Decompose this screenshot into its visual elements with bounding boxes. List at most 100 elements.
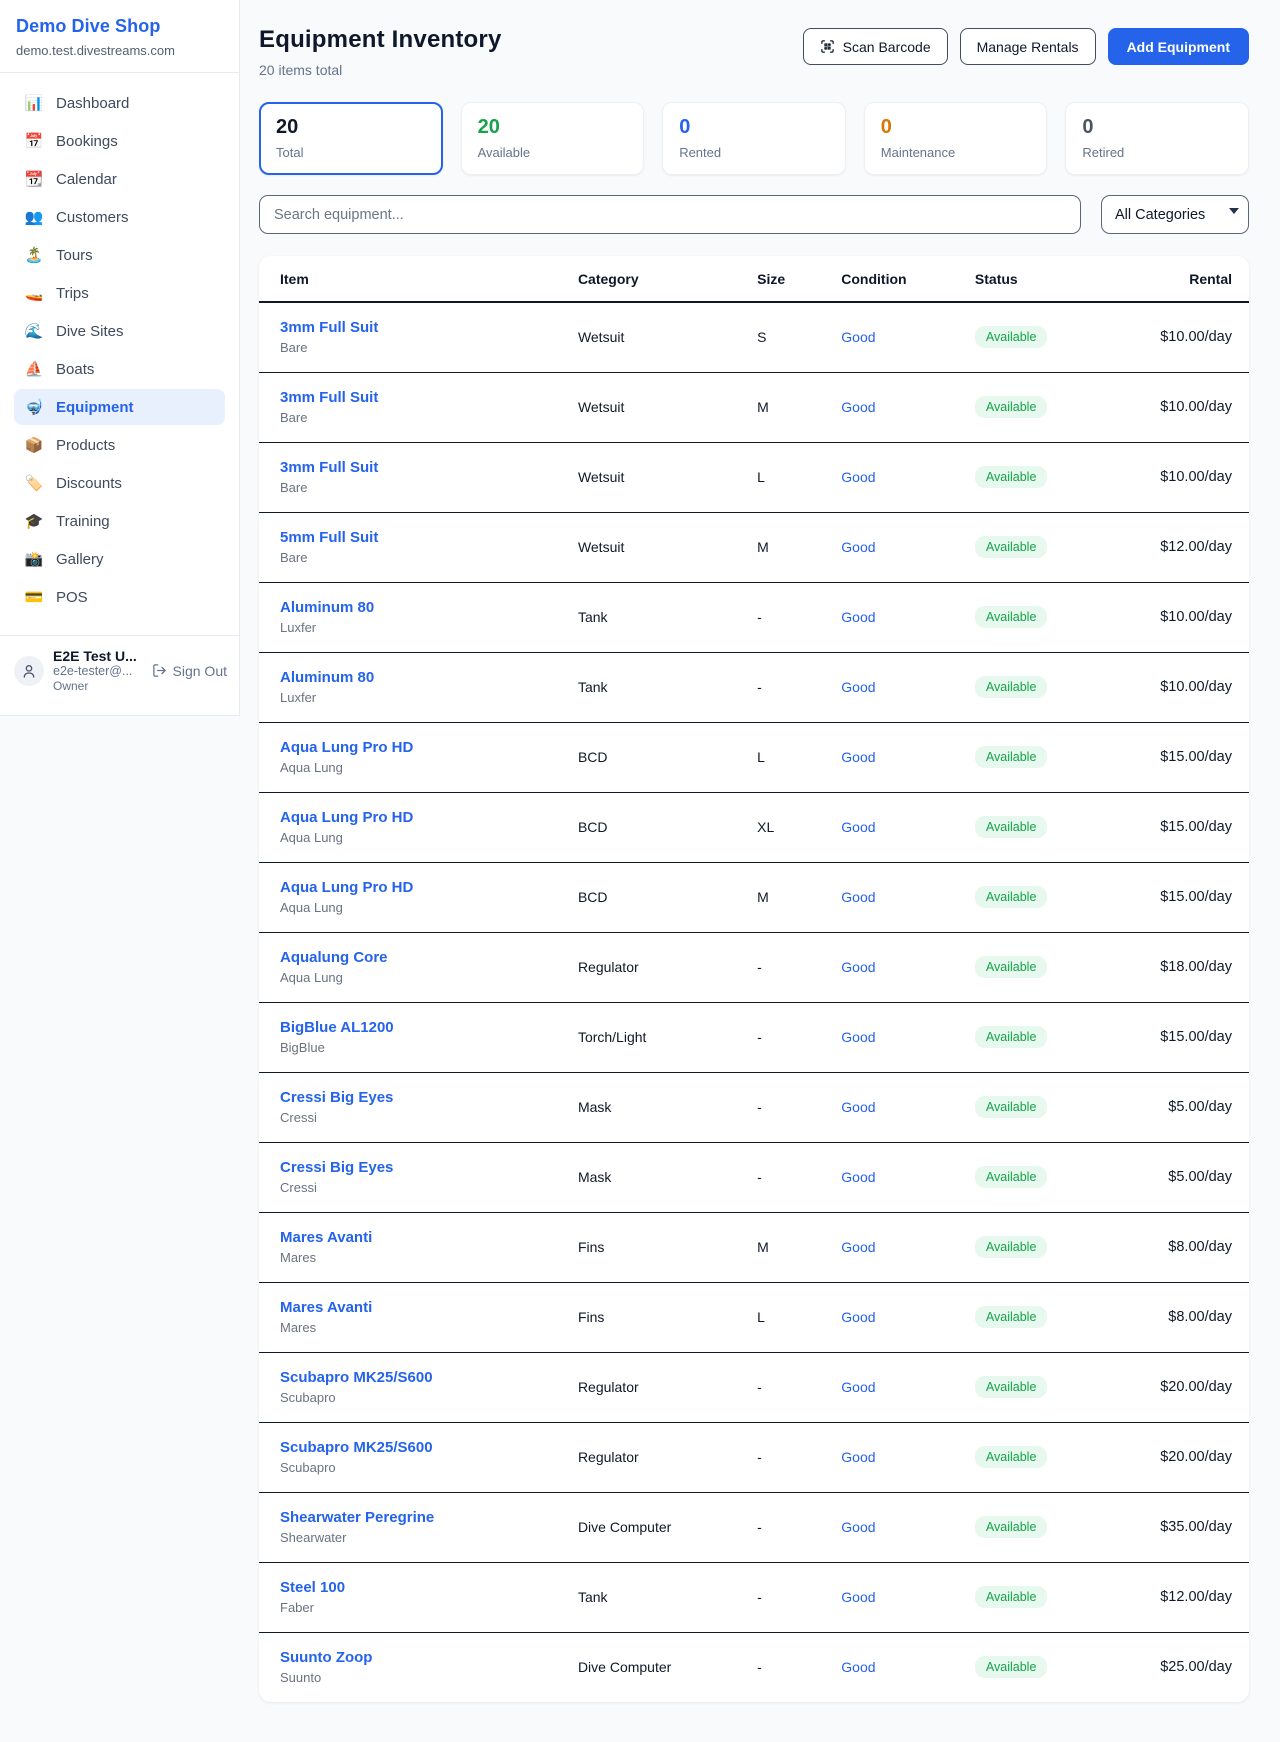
condition-link[interactable]: Good xyxy=(841,1309,875,1325)
table-row: Cressi Big Eyes Cressi Mask - Good Avail… xyxy=(259,1072,1249,1142)
search-input[interactable] xyxy=(259,195,1081,234)
condition-link[interactable]: Good xyxy=(841,1659,875,1675)
table-row: Aqualung Core Aqua Lung Regulator - Good… xyxy=(259,932,1249,1002)
add-equipment-button[interactable]: Add Equipment xyxy=(1108,28,1249,65)
item-category: Regulator xyxy=(562,1352,741,1422)
item-name-link[interactable]: Mares Avanti xyxy=(280,1229,546,1246)
condition-link[interactable]: Good xyxy=(841,749,875,765)
item-name-link[interactable]: 3mm Full Suit xyxy=(280,319,546,336)
item-name-link[interactable]: 5mm Full Suit xyxy=(280,529,546,546)
item-name-link[interactable]: Aluminum 80 xyxy=(280,669,546,686)
condition-link[interactable]: Good xyxy=(841,539,875,555)
item-category: Tank xyxy=(562,1562,741,1632)
page-title: Equipment Inventory xyxy=(259,26,502,54)
item-rental: $12.00/day xyxy=(1099,1562,1249,1632)
stat-card-available[interactable]: 20 Available xyxy=(461,102,645,175)
condition-link[interactable]: Good xyxy=(841,469,875,485)
item-size: - xyxy=(741,1492,825,1562)
condition-link[interactable]: Good xyxy=(841,1379,875,1395)
condition-link[interactable]: Good xyxy=(841,1239,875,1255)
item-size: XL xyxy=(741,792,825,862)
sidebar-item-label: Bookings xyxy=(56,133,118,150)
condition-link[interactable]: Good xyxy=(841,819,875,835)
item-name-link[interactable]: Aqua Lung Pro HD xyxy=(280,809,546,826)
item-size: - xyxy=(741,1352,825,1422)
item-name-link[interactable]: Cressi Big Eyes xyxy=(280,1159,546,1176)
item-name-link[interactable]: 3mm Full Suit xyxy=(280,389,546,406)
item-brand: Bare xyxy=(280,410,546,425)
brand-name[interactable]: Demo Dive Shop xyxy=(16,16,223,37)
sidebar-item-dive-sites[interactable]: 🌊 Dive Sites xyxy=(14,313,225,349)
brand-subdomain: demo.test.divestreams.com xyxy=(16,43,223,58)
sidebar-item-trips[interactable]: 🚤 Trips xyxy=(14,275,225,311)
table-row: 3mm Full Suit Bare Wetsuit M Good Availa… xyxy=(259,372,1249,442)
stat-card-total[interactable]: 20 Total xyxy=(259,102,443,175)
stat-card-rented[interactable]: 0 Rented xyxy=(662,102,846,175)
sidebar-item-calendar[interactable]: 📆 Calendar xyxy=(14,161,225,197)
condition-link[interactable]: Good xyxy=(841,1449,875,1465)
sidebar-item-gallery[interactable]: 📸 Gallery xyxy=(14,541,225,577)
condition-link[interactable]: Good xyxy=(841,1099,875,1115)
condition-link[interactable]: Good xyxy=(841,959,875,975)
sidebar-item-bookings[interactable]: 📅 Bookings xyxy=(14,123,225,159)
condition-link[interactable]: Good xyxy=(841,399,875,415)
stat-card-retired[interactable]: 0 Retired xyxy=(1065,102,1249,175)
sidebar-item-discounts[interactable]: 🏷️ Discounts xyxy=(14,465,225,501)
condition-link[interactable]: Good xyxy=(841,1519,875,1535)
item-size: M xyxy=(741,1212,825,1282)
sidebar-item-boats[interactable]: ⛵ Boats xyxy=(14,351,225,387)
equipment-icon: 🤿 xyxy=(24,398,44,416)
sidebar-item-dashboard[interactable]: 📊 Dashboard xyxy=(14,85,225,121)
sidebar-item-pos[interactable]: 💳 POS xyxy=(14,579,225,615)
user-icon xyxy=(21,663,37,679)
scan-barcode-button[interactable]: Scan Barcode xyxy=(803,28,948,65)
sidebar-item-products[interactable]: 📦 Products xyxy=(14,427,225,463)
category-select[interactable]: All Categories xyxy=(1101,195,1249,234)
item-name-link[interactable]: BigBlue AL1200 xyxy=(280,1019,546,1036)
stats-row: 20 Total 20 Available 0 Rented 0 Mainten… xyxy=(259,102,1249,175)
item-brand: Bare xyxy=(280,340,546,355)
table-row: Aqua Lung Pro HD Aqua Lung BCD XL Good A… xyxy=(259,792,1249,862)
item-size: L xyxy=(741,442,825,512)
page-header: Equipment Inventory 20 items total Scan … xyxy=(259,26,1249,78)
sidebar-item-customers[interactable]: 👥 Customers xyxy=(14,199,225,235)
item-brand: Cressi xyxy=(280,1180,546,1195)
sign-out-button[interactable]: Sign Out xyxy=(152,663,227,679)
condition-link[interactable]: Good xyxy=(841,1589,875,1605)
stat-card-maintenance[interactable]: 0 Maintenance xyxy=(864,102,1048,175)
manage-rentals-button[interactable]: Manage Rentals xyxy=(960,28,1096,65)
equipment-table: Item Category Size Condition Status Rent… xyxy=(259,256,1249,1702)
item-name-link[interactable]: Scubapro MK25/S600 xyxy=(280,1439,546,1456)
item-name-link[interactable]: 3mm Full Suit xyxy=(280,459,546,476)
item-name-link[interactable]: Cressi Big Eyes xyxy=(280,1089,546,1106)
item-name-link[interactable]: Shearwater Peregrine xyxy=(280,1509,546,1526)
item-rental: $25.00/day xyxy=(1099,1632,1249,1702)
condition-link[interactable]: Good xyxy=(841,679,875,695)
condition-link[interactable]: Good xyxy=(841,889,875,905)
sign-out-icon xyxy=(152,663,167,678)
sidebar-item-training[interactable]: 🎓 Training xyxy=(14,503,225,539)
item-rental: $10.00/day xyxy=(1099,582,1249,652)
condition-link[interactable]: Good xyxy=(841,609,875,625)
item-name-link[interactable]: Suunto Zoop xyxy=(280,1649,546,1666)
item-name-link[interactable]: Aqua Lung Pro HD xyxy=(280,879,546,896)
item-name-link[interactable]: Aluminum 80 xyxy=(280,599,546,616)
item-name-link[interactable]: Mares Avanti xyxy=(280,1299,546,1316)
discounts-icon: 🏷️ xyxy=(24,474,44,492)
item-size: - xyxy=(741,1632,825,1702)
item-rental: $35.00/day xyxy=(1099,1492,1249,1562)
item-name-link[interactable]: Steel 100 xyxy=(280,1579,546,1596)
item-name-link[interactable]: Aqua Lung Pro HD xyxy=(280,739,546,756)
item-name-link[interactable]: Aqualung Core xyxy=(280,949,546,966)
stat-value: 20 xyxy=(276,116,426,139)
condition-link[interactable]: Good xyxy=(841,1169,875,1185)
condition-link[interactable]: Good xyxy=(841,329,875,345)
item-name-link[interactable]: Scubapro MK25/S600 xyxy=(280,1369,546,1386)
status-badge: Available xyxy=(975,1376,1048,1398)
sidebar-item-equipment[interactable]: 🤿 Equipment xyxy=(14,389,225,425)
col-header-size: Size xyxy=(741,256,825,302)
condition-link[interactable]: Good xyxy=(841,1029,875,1045)
item-size: - xyxy=(741,1072,825,1142)
sidebar-item-label: Gallery xyxy=(56,551,104,568)
sidebar-item-tours[interactable]: 🏝️ Tours xyxy=(14,237,225,273)
